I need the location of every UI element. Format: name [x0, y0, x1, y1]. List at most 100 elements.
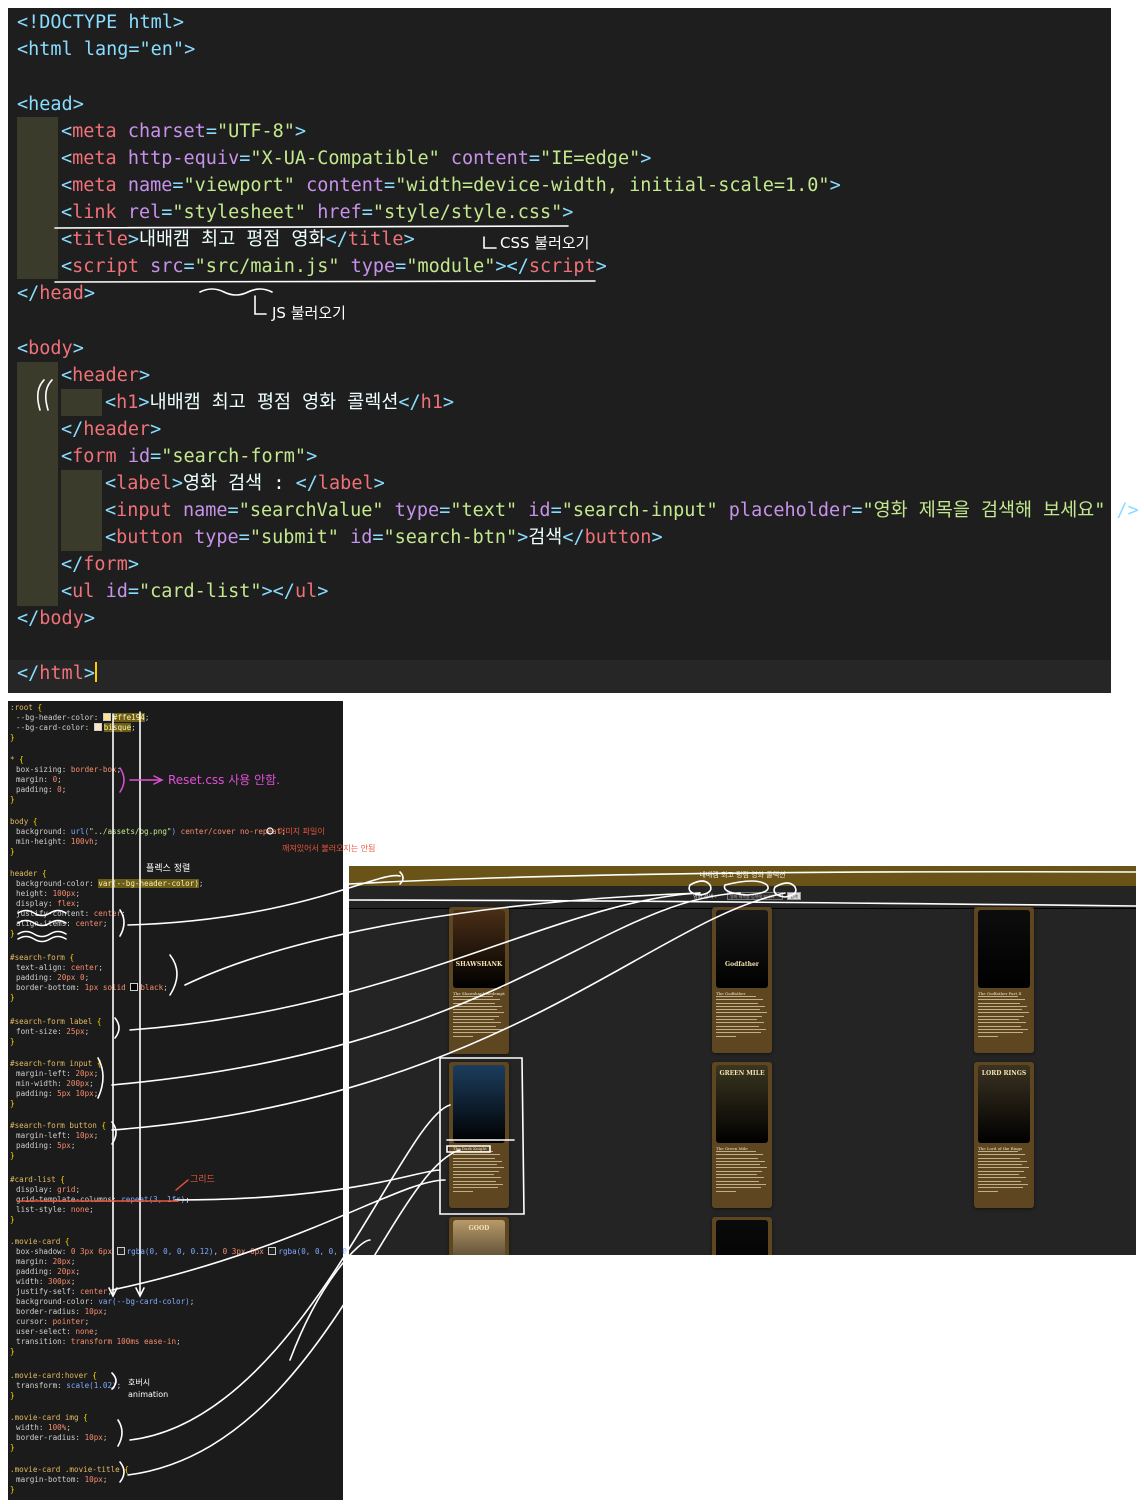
css-line: cursor: pointer; [16, 1317, 90, 1326]
css-line: #search-form input { [10, 1059, 102, 1068]
css-line: min-width: 200px; [16, 1079, 94, 1088]
poster-title: GOOD [468, 1225, 490, 1232]
current-line-highlight [8, 660, 1111, 693]
css-line: } [10, 1215, 15, 1224]
poster-title: SHAWSHANK [455, 961, 503, 968]
css-line: width: 100%; [16, 1423, 71, 1432]
css-line: } [10, 795, 15, 804]
css-line: justify-self: center; [16, 1287, 113, 1296]
image-broken-note-line-2: 깨져있어서 불러오지는 안됨 [282, 844, 376, 853]
movie-poster [716, 1220, 768, 1255]
preview-page-title: 내배캠 최고 평점 영화 콜렉션 [699, 871, 786, 879]
image-broken-note-line-1: 이미지 파일이 [278, 827, 325, 836]
code-line-head-close: </head> [17, 283, 95, 304]
code-line-form-open: <form id="search-form"> [61, 446, 318, 467]
reset-css-note: Reset.css 사용 안함. [168, 773, 281, 787]
preview-movie-card[interactable]: GOOD [449, 1217, 509, 1255]
code-line-label: <label>영화 검색 : </label> [105, 473, 385, 494]
css-line: .movie-card .movie-title { [10, 1465, 129, 1474]
movie-overview [716, 996, 768, 1048]
css-line: background-color: var(--bg-header-color)… [16, 879, 204, 888]
movie-overview [453, 996, 505, 1048]
code-line-doctype: <!DOCTYPE html> [17, 12, 185, 33]
code-line-meta-viewport: <meta name="viewport" content="width=dev… [61, 175, 841, 196]
css-line: transition: transform 100ms ease-in; [16, 1337, 181, 1346]
css-line: padding: 20px; [16, 1267, 81, 1276]
preview-search-form: 영화 검색 : 영화 제목을 검색해 보세요 검색 [349, 886, 1136, 909]
preview-search-button[interactable]: 검색 [787, 892, 801, 900]
css-line: #card-list { [10, 1175, 65, 1184]
css-line: background: url("../assets/bg.png") cent… [16, 827, 286, 836]
hover-note-line-2: animation [128, 1390, 169, 1399]
css-line: } [10, 1347, 15, 1356]
css-line: .movie-card { [10, 1237, 70, 1246]
css-line: } [10, 1099, 15, 1108]
css-line: text-align: center; [16, 963, 103, 972]
css-line: body { [10, 817, 38, 826]
css-line: .movie-card:hover { [10, 1371, 97, 1380]
preview-movie-card[interactable] [712, 1217, 772, 1255]
preview-search-input[interactable]: 영화 제목을 검색해 보세요 [727, 892, 783, 900]
movie-overview [453, 1151, 505, 1203]
css-line: margin-left: 10px; [16, 1131, 99, 1140]
css-line: width: 300px; [16, 1277, 76, 1286]
code-line-button: <button type="submit" id="search-btn">검색… [105, 527, 663, 548]
movie-overview [978, 1151, 1030, 1203]
css-line: margin-bottom: 10px; [16, 1475, 108, 1484]
code-line-link-stylesheet: <link rel="stylesheet" href="style/style… [61, 202, 574, 223]
css-line: --bg-header-color: #ffe194; [16, 713, 150, 722]
indent-guide [17, 362, 58, 606]
movie-overview [716, 1151, 768, 1203]
preview-movie-card[interactable]: GREEN MILE The Green Mile [712, 1062, 772, 1208]
css-code-editor[interactable]: :root { --bg-header-color: #ffe194; --bg… [8, 701, 370, 1500]
hover-note-line-1: 호버시 [128, 1378, 151, 1387]
css-line: * { [10, 755, 24, 764]
code-line-header-close: </header> [61, 419, 162, 440]
indent-guide [61, 470, 102, 551]
code-line-ul: <ul id="card-list"></ul> [61, 581, 329, 602]
code-line-script: <script src="src/main.js" type="module">… [61, 256, 607, 277]
css-line: } [10, 993, 15, 1002]
movie-poster: GOOD [453, 1220, 505, 1255]
code-line-meta-http-equiv: <meta http-equiv="X-UA-Compatible" conte… [61, 148, 652, 169]
css-line: #search-form label { [10, 1017, 102, 1026]
code-line-head-open: <head> [17, 94, 84, 115]
preview-movie-card[interactable]: SHAWSHANKThe Shawshank Redemption [449, 907, 509, 1054]
poster-title: GREEN MILE [719, 1070, 765, 1077]
browser-preview: 내배캠 최고 평점 영화 콜렉션 영화 검색 : 영화 제목을 검색해 보세요 … [349, 866, 1136, 1255]
css-line: #search-form { [10, 953, 75, 962]
poster-title: LORD RINGS [981, 1070, 1027, 1077]
css-line: justify-content: center; [16, 909, 126, 918]
css-line: :root { [10, 703, 43, 712]
css-line: font-size: 25px; [16, 1027, 90, 1036]
css-line: padding: 5px; [16, 1141, 76, 1150]
css-line: margin: 20px; [16, 1257, 76, 1266]
css-line: min-height: 100vh; [16, 837, 99, 846]
css-line: } [10, 847, 15, 856]
css-line: border-radius: 10px; [16, 1433, 108, 1442]
css-line: border-radius: 10px; [16, 1307, 108, 1316]
indent-guide [61, 389, 102, 416]
css-line: grid-template-columns: repeat(3, 1fr); [16, 1195, 190, 1204]
css-line: } [10, 1037, 15, 1046]
code-line-html-close: </html> [17, 662, 97, 684]
css-line: transform: scale(1.02); [16, 1381, 122, 1390]
movie-poster [453, 1065, 505, 1143]
preview-movie-card[interactable]: Godfather The Godfather [712, 907, 772, 1053]
css-line: } [10, 1391, 15, 1400]
preview-movie-card[interactable]: The Godfather Part II [974, 907, 1034, 1053]
poster-title: Godfather [725, 961, 759, 968]
code-line-input: <input name="searchValue" type="text" id… [105, 500, 1139, 521]
css-line: padding: 0; [16, 785, 67, 794]
js-import-note: JS 불러오기 [272, 304, 346, 322]
css-line: .movie-card img { [10, 1413, 88, 1422]
css-line: display: flex; [16, 899, 81, 908]
movie-poster: SHAWSHANK [453, 910, 505, 988]
html-code-editor[interactable]: <!DOCTYPE html> <html lang="en"> <head> … [8, 8, 1139, 693]
preview-search-label: 영화 검색 : [693, 894, 717, 900]
css-line: } [10, 929, 15, 938]
preview-movie-card[interactable]: LORD RINGS The Lord of the Rings [974, 1062, 1034, 1208]
preview-movie-card[interactable]: The Dark Knight [449, 1062, 509, 1208]
code-line-h1: <h1>내배캠 최고 평점 영화 콜렉션</h1> [105, 392, 455, 413]
css-line: list-style: none; [16, 1205, 94, 1214]
